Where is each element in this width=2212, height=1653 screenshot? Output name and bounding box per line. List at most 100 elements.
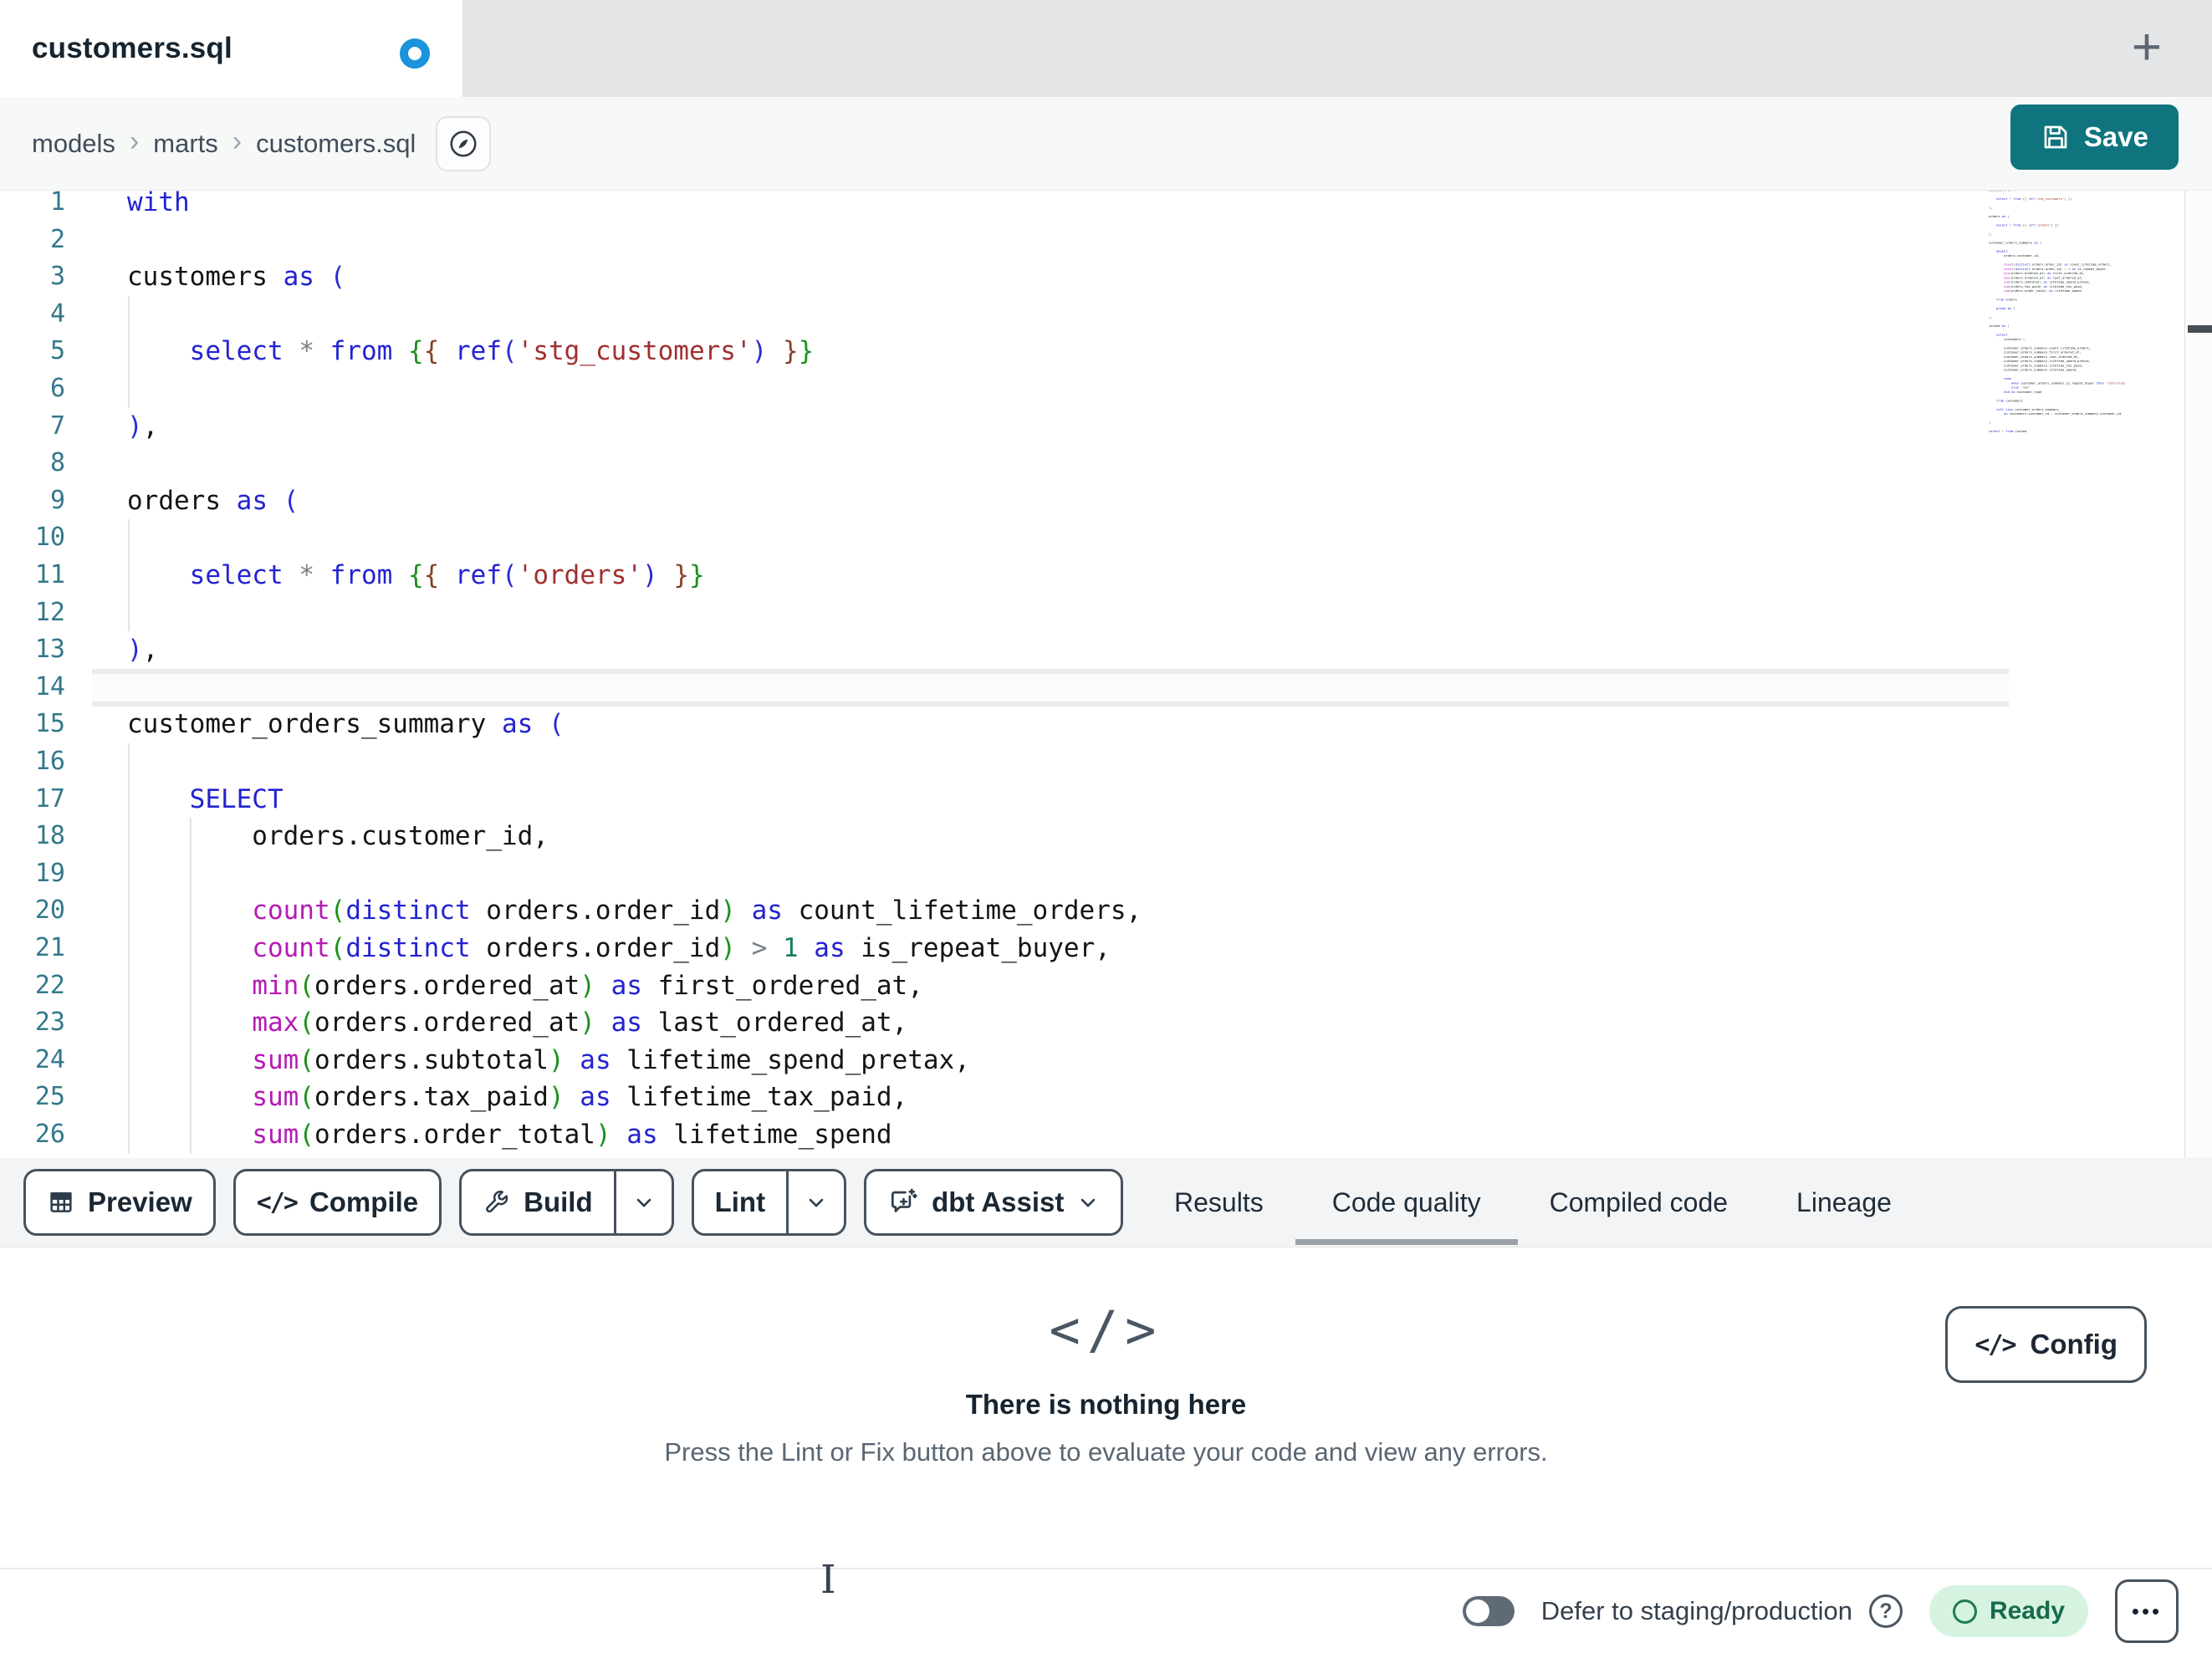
overflow-menu-button[interactable]: •••	[2115, 1579, 2179, 1643]
toggle-knob	[1465, 1599, 1489, 1623]
preview-button[interactable]: Preview	[23, 1169, 216, 1236]
code-line[interactable]: customers as (	[127, 258, 345, 296]
tab-bar: customers.sql +	[0, 0, 2212, 97]
config-button[interactable]: </> Config	[1945, 1306, 2147, 1383]
breadcrumb-separator-icon: ›	[232, 125, 243, 157]
lint-button-label: Lint	[714, 1186, 766, 1217]
line-number: 15	[34, 709, 65, 739]
line-number: 8	[49, 448, 65, 478]
line-number: 3	[49, 262, 65, 292]
code-line[interactable]: ),	[127, 408, 158, 446]
code-icon: </>	[1974, 1329, 2016, 1360]
line-number: 12	[34, 597, 65, 627]
line-number: 20	[34, 895, 65, 926]
file-tab-customers-sql[interactable]: customers.sql	[0, 0, 462, 97]
code-quality-panel: </> Config </> There is nothing here Pre…	[0, 1247, 2212, 1568]
status-badge[interactable]: Ready	[1928, 1585, 2088, 1637]
lint-split-button: Lint	[691, 1169, 847, 1236]
breadcrumb-separator-icon: ›	[129, 125, 140, 157]
line-number: 11	[34, 560, 65, 589]
lineage-compass-button[interactable]	[436, 115, 492, 171]
compile-button[interactable]: </> Compile	[232, 1169, 442, 1236]
line-number: 24	[34, 1044, 65, 1074]
line-number: 1	[49, 191, 65, 217]
chevron-down-icon	[805, 1191, 828, 1214]
line-number: 9	[49, 485, 65, 515]
defer-label: Defer to staging/production	[1540, 1596, 1852, 1625]
status-badge-label: Ready	[1989, 1597, 2065, 1625]
line-number: 19	[34, 858, 65, 888]
lint-button[interactable]: Lint	[694, 1171, 786, 1233]
code-line[interactable]: customer_orders_summary as (	[127, 706, 564, 743]
breadcrumb-models[interactable]: models	[32, 129, 115, 159]
build-button[interactable]: Build	[462, 1171, 613, 1233]
code-line[interactable]: orders as (	[127, 482, 299, 520]
ellipsis-icon: •••	[2131, 1598, 2163, 1624]
code-line[interactable]: select * from {{ ref('orders') }}	[127, 557, 705, 594]
line-number: 6	[49, 374, 65, 403]
code-line[interactable]: SELECT	[127, 781, 284, 819]
breadcrumb-file[interactable]: customers.sql	[256, 129, 416, 159]
config-button-label: Config	[2030, 1329, 2117, 1360]
line-number: 18	[34, 821, 65, 851]
code-brackets-icon: </>	[1049, 1299, 1163, 1360]
line-number: 16	[34, 747, 65, 776]
tab-compiled-code[interactable]: Compiled code	[1550, 1158, 1728, 1247]
chevron-down-icon	[632, 1191, 656, 1214]
defer-toggle[interactable]	[1462, 1596, 1515, 1626]
compass-icon	[447, 128, 479, 160]
code-line[interactable]: sum(orders.order_total) as lifetime_spen…	[127, 1116, 891, 1154]
build-dropdown-button[interactable]	[613, 1171, 672, 1233]
line-number: 2	[49, 224, 65, 254]
code-line[interactable]: with	[127, 191, 190, 222]
scrollbar-cursor-marker[interactable]	[2188, 325, 2212, 333]
line-number: 17	[34, 783, 65, 814]
line-number: 23	[34, 1008, 65, 1038]
assist-chat-sparkle-icon	[887, 1186, 919, 1218]
help-icon[interactable]: ?	[1868, 1594, 1903, 1628]
save-button[interactable]: Save	[2010, 105, 2179, 170]
code-editor[interactable]: 1 2 3 4 5 6 7 8 9 10 11 12 13 14 15 16 17 18 19 20 21 22 23 24 2…	[0, 191, 2212, 1158]
dbt-assist-button[interactable]: dbt Assist	[864, 1169, 1124, 1236]
status-bar: Defer to staging/production ? Ready •••	[0, 1568, 2212, 1653]
tab-results[interactable]: Results	[1174, 1158, 1264, 1247]
code-line[interactable]: count(distinct orders.order_id) > 1 as i…	[127, 930, 1111, 967]
table-icon	[47, 1188, 75, 1217]
line-number: 4	[49, 298, 65, 329]
line-number: 26	[34, 1120, 65, 1149]
file-tab-label: customers.sql	[32, 32, 232, 64]
code-line[interactable]: max(orders.ordered_at) as last_ordered_a…	[127, 1004, 907, 1042]
tab-code-quality[interactable]: Code quality	[1295, 1158, 1518, 1247]
code-line[interactable]: ),	[127, 631, 158, 669]
code-line[interactable]: orders.customer_id,	[127, 818, 549, 855]
code-line[interactable]: count(distinct orders.order_id) as count…	[127, 892, 1142, 930]
line-number: 14	[34, 671, 65, 702]
empty-state-title: There is nothing here	[965, 1389, 1247, 1420]
line-number: 7	[49, 411, 65, 441]
chevron-down-icon	[1076, 1191, 1100, 1214]
line-number: 10	[34, 523, 65, 553]
minimap[interactable]: with customers as ( select * from {{ ref…	[1989, 191, 2183, 455]
tab-lineage[interactable]: Lineage	[1796, 1158, 1892, 1247]
plus-icon: +	[2131, 18, 2163, 76]
lint-dropdown-button[interactable]	[786, 1171, 844, 1233]
code-line[interactable]: select * from {{ ref('stg_customers') }}	[127, 333, 815, 370]
empty-state-description: Press the Lint or Fix button above to ev…	[664, 1437, 1548, 1467]
compile-button-label: Compile	[309, 1186, 419, 1217]
save-button-label: Save	[2083, 121, 2148, 152]
wrench-icon	[483, 1188, 511, 1217]
build-split-button: Build	[459, 1169, 674, 1236]
breadcrumb-bar: models › marts › customers.sql Save	[0, 97, 2212, 191]
dbt-ide-window: customers.sql + models › marts › custome…	[0, 0, 2212, 1653]
new-tab-button[interactable]: +	[2117, 17, 2177, 77]
code-line[interactable]: sum(orders.subtotal) as lifetime_spend_p…	[127, 1042, 970, 1079]
code-line[interactable]: sum(orders.tax_paid) as lifetime_tax_pai…	[127, 1079, 907, 1116]
line-number: 13	[34, 635, 65, 665]
dbt-assist-button-label: dbt Assist	[932, 1186, 1065, 1217]
code-line[interactable]: min(orders.ordered_at) as first_ordered_…	[127, 967, 923, 1005]
breadcrumb-marts[interactable]: marts	[153, 129, 218, 159]
preview-button-label: Preview	[88, 1186, 192, 1217]
unsaved-changes-dot-icon	[400, 38, 430, 69]
line-number: 25	[34, 1082, 65, 1112]
editor-scrollbar-track[interactable]	[2184, 191, 2212, 1158]
